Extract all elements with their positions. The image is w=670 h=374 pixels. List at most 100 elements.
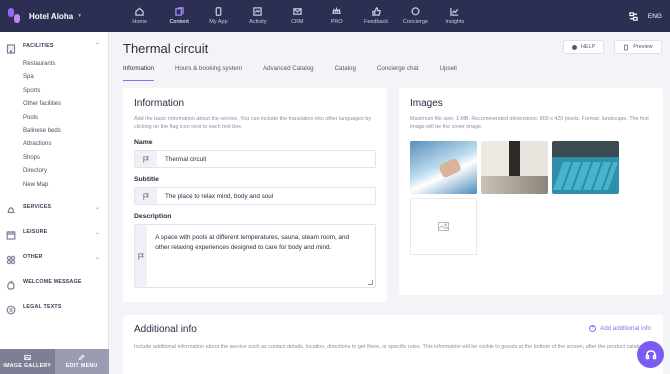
nav-label: Feedback: [363, 19, 389, 25]
edit-menu-label: EDIT MENU: [65, 363, 98, 369]
nav-label: My App: [209, 19, 228, 25]
image-thumbnails: [410, 141, 652, 194]
translation-flag-button[interactable]: [135, 151, 157, 167]
sidebar-item-sports[interactable]: Sports: [0, 85, 108, 98]
tab-catalog[interactable]: Catalog: [335, 65, 356, 77]
pro-icon: [332, 7, 342, 14]
hotel-selector[interactable]: Hotel Aloha ▼: [0, 0, 109, 32]
sidebar: FACILITIES ⌃ Restaurants Spa Sports Othe…: [0, 32, 109, 374]
main-nav: Home Content My App Activity CRM PRO Fee…: [120, 0, 475, 32]
sidebar-section-services[interactable]: SERVICES ⌄: [0, 195, 108, 220]
subtitle-label: Subtitle: [134, 176, 159, 183]
phone-icon: [215, 7, 222, 16]
information-hint: Add the basic information about the serv…: [134, 116, 372, 130]
nav-content[interactable]: Content: [159, 0, 198, 32]
translation-flag-button[interactable]: [135, 188, 157, 204]
image-thumbnail-indoor-pool[interactable]: [552, 141, 619, 194]
nav-insights[interactable]: Insights: [435, 0, 474, 32]
add-additional-info-label: Add additional info: [600, 325, 651, 332]
legal-document-icon: [6, 302, 16, 315]
nav-my-app[interactable]: My App: [199, 0, 238, 32]
images-heading: Images: [410, 98, 443, 109]
chat-icon: [411, 7, 420, 16]
nav-label: Insights: [445, 19, 465, 25]
image-gallery-button[interactable]: IMAGE GALLERY: [0, 349, 55, 374]
name-label: Name: [134, 139, 153, 146]
content-tabs: Information Hours & booking system Advan…: [123, 65, 478, 81]
image-gallery-label: IMAGE GALLERY: [3, 363, 52, 369]
image-thumbnail-sauna[interactable]: [481, 141, 548, 194]
sidebar-item-restaurants[interactable]: Restaurants: [0, 58, 108, 71]
resize-handle[interactable]: [368, 280, 373, 285]
tab-upsell[interactable]: Upsell: [440, 65, 457, 77]
image-thumbnail-pool-hand[interactable]: [410, 141, 477, 194]
calendar-icon: [6, 227, 16, 241]
content-icon: [174, 7, 184, 16]
description-value: A space with pools at different temperat…: [155, 234, 349, 251]
tab-information[interactable]: Information: [123, 65, 154, 81]
insights-icon: [450, 7, 459, 16]
tab-hours-booking[interactable]: Hours & booking system: [175, 65, 242, 77]
images-hint: Maximum file size: 1 MB. Recommended dim…: [410, 116, 649, 130]
chevron-down-icon: ⌄: [94, 204, 100, 211]
help-button[interactable]: HELP: [563, 40, 604, 54]
sidebar-section-legal-texts[interactable]: LEGAL TEXTS: [0, 295, 108, 320]
nav-concierge[interactable]: Concierge: [396, 0, 435, 32]
sidebar-section-facilities[interactable]: FACILITIES ⌃: [0, 33, 108, 58]
sidebar-item-other-facilities[interactable]: Other facilities: [0, 98, 108, 111]
information-heading: Information: [134, 98, 185, 109]
building-icon: [6, 41, 16, 54]
language-selector[interactable]: ENG: [648, 13, 662, 20]
support-chat-button[interactable]: [637, 341, 664, 368]
sidebar-item-spa[interactable]: Spa: [0, 71, 108, 84]
nav-label: Home: [132, 19, 148, 25]
edit-menu-button[interactable]: EDIT MENU: [54, 349, 109, 374]
phone-icon: [624, 44, 629, 50]
nav-home[interactable]: Home: [120, 0, 159, 32]
crm-icon: [293, 8, 302, 15]
name-field[interactable]: Thermal circuit: [134, 150, 376, 168]
sidebar-item-attractions[interactable]: Attractions: [0, 138, 108, 151]
top-right-controls: ENG: [629, 0, 662, 32]
sidebar-item-new-map[interactable]: New Map: [0, 179, 108, 192]
description-label: Description: [134, 213, 172, 220]
other-icon: [6, 252, 16, 265]
flag-icon: [143, 193, 149, 200]
nav-feedback[interactable]: Feedback: [356, 0, 395, 32]
sidebar-section-other[interactable]: OTHER ⌄: [0, 245, 108, 270]
sidebar-item-directory[interactable]: Directory: [0, 165, 108, 178]
tab-concierge-chat[interactable]: Concierge chat: [377, 65, 419, 77]
sidebar-section-welcome-message[interactable]: WELCOME MESSAGE: [0, 270, 108, 295]
description-textarea[interactable]: A space with pools at different temperat…: [134, 224, 376, 288]
add-additional-info-button[interactable]: + Add additional info: [589, 325, 651, 332]
sidebar-item-shops[interactable]: Shops: [0, 152, 108, 165]
nav-crm[interactable]: CRM: [278, 0, 317, 32]
bell-service-icon: [6, 202, 16, 214]
app-logo-icon: [8, 8, 22, 24]
nav-label: Content: [169, 19, 189, 25]
sidebar-section-label: WELCOME MESSAGE: [23, 279, 82, 286]
preview-button[interactable]: Preview: [614, 40, 662, 54]
image-placeholder-icon: [438, 222, 449, 231]
top-navigation-bar: Hotel Aloha ▼ Home Content My App Activi…: [0, 0, 670, 32]
page-title: Thermal circuit: [123, 41, 209, 56]
sidebar-section-label: FACILITIES: [23, 42, 54, 49]
nav-label: Activity: [249, 19, 267, 25]
tab-advanced-catalog[interactable]: Advanced Catalog: [263, 65, 314, 77]
chevron-down-icon: ⌄: [94, 254, 100, 261]
help-label: HELP: [580, 44, 596, 50]
sidebar-item-balinese-beds[interactable]: Balinese beds: [0, 125, 108, 138]
translation-flag-button[interactable]: [135, 225, 148, 287]
nav-pro[interactable]: PRO: [317, 0, 356, 32]
sidebar-item-pools[interactable]: Pools: [0, 112, 108, 125]
settings-sliders-icon[interactable]: [629, 11, 638, 21]
flag-icon: [143, 156, 149, 163]
subtitle-field[interactable]: The place to relax mind, body and soul: [134, 187, 376, 205]
feedback-icon: [371, 7, 381, 16]
nav-activity[interactable]: Activity: [238, 0, 277, 32]
nav-label: Concierge: [402, 19, 428, 25]
facilities-list: Restaurants Spa Sports Other facilities …: [0, 58, 108, 192]
sidebar-section-leisure[interactable]: LEISURE ⌄: [0, 220, 108, 245]
activity-icon: [253, 7, 263, 16]
add-image-slot[interactable]: [410, 198, 477, 255]
